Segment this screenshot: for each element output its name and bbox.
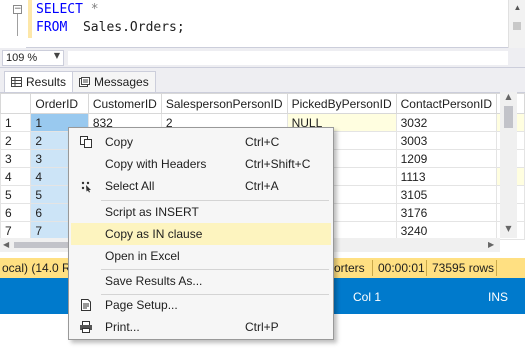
row-number[interactable]: 6 — [0, 203, 32, 222]
menu-item-shortcut: Ctrl+P — [245, 320, 279, 334]
copy-icon — [80, 136, 92, 148]
scroll-marker — [513, 22, 521, 30]
chevron-down-icon: ▼ — [53, 51, 60, 60]
column-header[interactable]: PickedByPersonID — [286, 93, 397, 114]
menu-item-shortcut: Ctrl+C — [245, 135, 280, 149]
cell[interactable]: 3105 — [395, 185, 498, 204]
keyword-select: SELECT — [36, 2, 83, 17]
select-all-icon — [81, 181, 91, 193]
cell[interactable]: 3176 — [395, 203, 498, 222]
fold-guide — [17, 14, 18, 36]
page-setup-icon — [81, 299, 91, 311]
cell[interactable]: 3240 — [395, 221, 498, 240]
query-editor[interactable]: − SELECT * FROM Sales.Orders; ▲ — [0, 0, 525, 48]
print-icon — [80, 321, 92, 333]
scroll-down-icon[interactable]: ▼ — [500, 224, 517, 233]
insert-mode: INS — [488, 290, 509, 304]
tab-results-label: Results — [26, 75, 67, 89]
menu-item-save-results-as[interactable]: Save Results As... — [71, 270, 331, 292]
menu-item-page-setup[interactable]: Page Setup... — [71, 294, 331, 316]
menu-item-label: Copy — [105, 135, 134, 149]
select-star: * — [90, 2, 99, 17]
divider — [496, 260, 497, 276]
cell[interactable]: 1209 — [395, 149, 498, 168]
cell[interactable]: 1113 — [395, 167, 498, 186]
menu-item-label: Copy with Headers — [105, 157, 207, 171]
column-header[interactable]: CustomerID — [87, 93, 162, 114]
tab-messages-label: Messages — [94, 75, 149, 89]
row-number-header[interactable] — [0, 93, 32, 114]
elapsed-time: 00:00:01 — [378, 261, 425, 275]
menu-item-copy-as-in-clause[interactable]: Copy as IN clause — [71, 223, 331, 245]
menu-item-shortcut: Ctrl+A — [245, 179, 279, 193]
menu-item-label: Page Setup... — [105, 298, 178, 312]
column-header[interactable]: ContactPersonID — [395, 93, 498, 114]
scroll-thumb[interactable] — [504, 106, 513, 128]
menu-item-open-in-excel[interactable]: Open in Excel — [71, 245, 331, 267]
row-count: 73595 rows — [432, 261, 495, 275]
row-number[interactable]: 1 — [0, 113, 32, 132]
menu-item-label: Script as INSERT — [105, 205, 199, 219]
database-info: orters — [334, 261, 365, 275]
messages-icon — [79, 77, 90, 87]
zoom-value: 109 % — [6, 52, 38, 64]
scroll-up-icon[interactable]: ▲ — [509, 0, 525, 15]
grid-header-row: OrderID CustomerID SalespersonPersonID P… — [0, 93, 525, 114]
menu-item-label: Save Results As... — [105, 274, 203, 288]
scroll-up-icon[interactable]: ▲ — [500, 92, 517, 101]
code-line-2[interactable]: FROM Sales.Orders; — [36, 20, 185, 35]
menu-item-shortcut: Ctrl+Shift+C — [245, 157, 311, 171]
menu-item-label: Open in Excel — [105, 249, 180, 263]
editor-horizontal-scrollbar[interactable] — [68, 51, 508, 65]
table-name: Sales.Orders; — [82, 20, 185, 35]
code-line-1[interactable]: SELECT * — [36, 2, 99, 17]
results-tabs: Results Messages — [0, 68, 525, 92]
zoom-select[interactable]: 109 % ▼ — [2, 50, 64, 66]
scroll-right-icon[interactable]: ▶ — [488, 238, 494, 252]
menu-item-label: Print... — [105, 320, 140, 334]
cell[interactable]: 3003 — [395, 131, 498, 150]
zoom-bar: 109 % ▼ — [0, 48, 525, 68]
row-number[interactable]: 7 — [0, 221, 32, 240]
menu-item-print[interactable]: Print... Ctrl+P — [71, 316, 331, 338]
scroll-left-icon[interactable]: ◀ — [3, 238, 9, 252]
row-number[interactable]: 2 — [0, 131, 32, 150]
menu-item-label: Copy as IN clause — [105, 227, 203, 241]
row-number[interactable]: 5 — [0, 185, 32, 204]
tab-messages[interactable]: Messages — [72, 71, 156, 92]
column-header[interactable]: OrderID — [30, 93, 89, 114]
keyword-from: FROM — [36, 20, 68, 35]
divider — [372, 260, 373, 276]
editor-vertical-scrollbar[interactable]: ▲ — [508, 0, 525, 48]
change-marker — [28, 0, 32, 38]
collapse-icon[interactable]: − — [13, 5, 22, 14]
menu-item-script-as-insert[interactable]: Script as INSERT — [71, 201, 331, 223]
menu-item-label: Select All — [105, 179, 155, 193]
column-indicator: Col 1 — [353, 290, 382, 304]
context-menu: Copy Ctrl+C Copy with Headers Ctrl+Shift… — [68, 127, 334, 340]
server-info: ocal) (14.0 RT — [2, 261, 78, 275]
editor-gutter: − — [0, 0, 26, 48]
divider — [426, 260, 427, 276]
grid-icon — [11, 77, 22, 87]
tab-results[interactable]: Results — [4, 71, 74, 92]
menu-item-copy-with-headers[interactable]: Copy with Headers Ctrl+Shift+C — [71, 153, 331, 175]
row-number[interactable]: 4 — [0, 167, 32, 186]
menu-item-copy[interactable]: Copy Ctrl+C — [71, 131, 331, 153]
menu-item-select-all[interactable]: Select All Ctrl+A — [71, 175, 331, 197]
row-number[interactable]: 3 — [0, 149, 32, 168]
cell[interactable]: 3032 — [395, 113, 498, 132]
grid-vertical-scrollbar[interactable]: ▲ ▼ — [500, 92, 517, 238]
column-header[interactable]: SalespersonPersonID — [160, 93, 288, 114]
